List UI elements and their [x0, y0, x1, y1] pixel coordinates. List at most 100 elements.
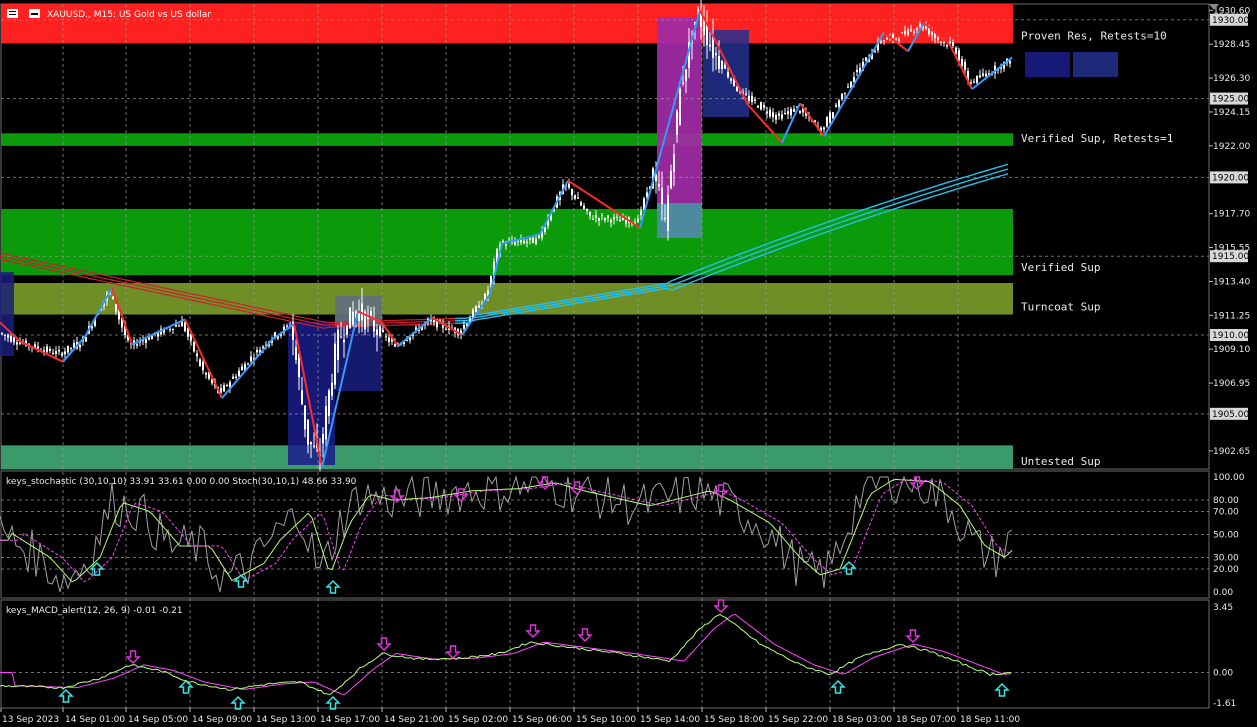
candle-body [64, 351, 66, 355]
candle-body [586, 208, 588, 211]
time-label: 14 Sep 01:00 [65, 715, 125, 725]
session-box [1073, 52, 1118, 77]
menu-icon[interactable] [7, 9, 18, 18]
candle-body [55, 351, 57, 354]
candle-body [658, 183, 660, 187]
candle-body [349, 307, 351, 329]
candle-body [568, 183, 570, 188]
candle-body [10, 335, 12, 342]
session-box [657, 203, 702, 238]
candle-body [514, 242, 516, 245]
candle-body [475, 306, 477, 312]
candle-body [49, 348, 51, 351]
candle-body [913, 31, 915, 33]
candle-body [256, 350, 258, 353]
stoch-tick-label: 100.00 [1213, 473, 1245, 483]
candle-body [685, 69, 687, 82]
candle-body [907, 29, 909, 35]
candle-body [58, 350, 60, 352]
candle-body [262, 346, 264, 348]
time-label: 18 Sep 03:00 [832, 715, 892, 725]
candle-body [313, 445, 315, 447]
candle-body [601, 215, 603, 217]
candle-body [184, 322, 186, 332]
candle-body [826, 117, 828, 127]
candle-body [898, 39, 900, 41]
candle-body [85, 337, 87, 342]
candle-body [901, 32, 903, 34]
candle-body [856, 69, 858, 73]
candle-body [595, 215, 597, 218]
y-tick-label: 1917.70 [1213, 210, 1250, 220]
candle-body [19, 342, 21, 345]
candle-body [985, 73, 987, 77]
candle-body [916, 28, 918, 30]
candle-body [505, 244, 507, 246]
candle-body [793, 109, 795, 112]
stoch-tick-label: 80.00 [1213, 496, 1239, 506]
candle-body [769, 109, 771, 117]
candle-body [718, 56, 720, 69]
stoch-tick-label: 0.00 [1213, 588, 1233, 598]
candle-body [169, 329, 171, 331]
candle-body [676, 110, 678, 135]
time-label: 15 Sep 14:00 [640, 715, 700, 725]
candle-body [625, 219, 627, 224]
candle-body [616, 216, 618, 218]
zone-label: Untested Sup [1021, 455, 1100, 468]
candle-body [376, 329, 378, 336]
candle-body [640, 210, 642, 216]
candle-body [301, 390, 303, 405]
candle-body [250, 356, 252, 362]
candle-body [790, 108, 792, 116]
candle-body [766, 111, 768, 114]
candle-body [445, 328, 447, 330]
stochastic-label: keys_stochastic (30,10,10) 33.91 33.61 0… [6, 477, 357, 487]
candle-body [589, 211, 591, 217]
candle-body [388, 337, 390, 343]
candle-body [958, 50, 960, 61]
candle-body [136, 344, 138, 346]
candle-body [784, 113, 786, 115]
candle-body [373, 320, 375, 332]
macd-tick-label: 0.00 [1213, 668, 1233, 678]
candle-body [865, 57, 867, 61]
candle-body [46, 346, 48, 352]
candle-body [838, 100, 840, 107]
trading-chart[interactable]: XAUUSD., M15: US Gold vs US dollar Prove… [0, 0, 1257, 727]
candle-body [748, 95, 750, 101]
candle-body [787, 111, 789, 115]
candle-body [964, 61, 966, 70]
candle-body [757, 105, 759, 108]
candle-body [328, 390, 330, 417]
candle-body [745, 93, 747, 95]
candle-body [322, 433, 324, 444]
candle-body [775, 114, 777, 120]
candle-body [721, 60, 723, 69]
candle-body [976, 75, 978, 83]
candle-body [7, 335, 9, 338]
y-tick-label: 1906.95 [1213, 379, 1250, 389]
y-tick-label: 1924.15 [1213, 108, 1250, 118]
candle-body [382, 330, 384, 332]
candle-body [346, 325, 348, 335]
zone-label: Verified Sup [1021, 261, 1100, 274]
y-tick-label: 1913.40 [1213, 277, 1250, 287]
candle-body [778, 113, 780, 116]
time-label: 14 Sep 09:00 [192, 715, 252, 725]
candle-body [178, 325, 180, 327]
candle-body [763, 104, 765, 108]
candle-body [598, 217, 600, 221]
candle-body [823, 127, 825, 130]
candle-body [943, 41, 945, 43]
candle-body [670, 170, 672, 189]
candle-body [961, 59, 963, 67]
time-label: 13 Sep 2023 [2, 715, 59, 725]
candle-body [937, 36, 939, 40]
candle-body [337, 329, 339, 361]
candle-body [931, 31, 933, 35]
candle-body [310, 441, 312, 445]
candle-body [760, 102, 762, 110]
candle-body [880, 41, 882, 43]
candle-body [352, 311, 354, 325]
